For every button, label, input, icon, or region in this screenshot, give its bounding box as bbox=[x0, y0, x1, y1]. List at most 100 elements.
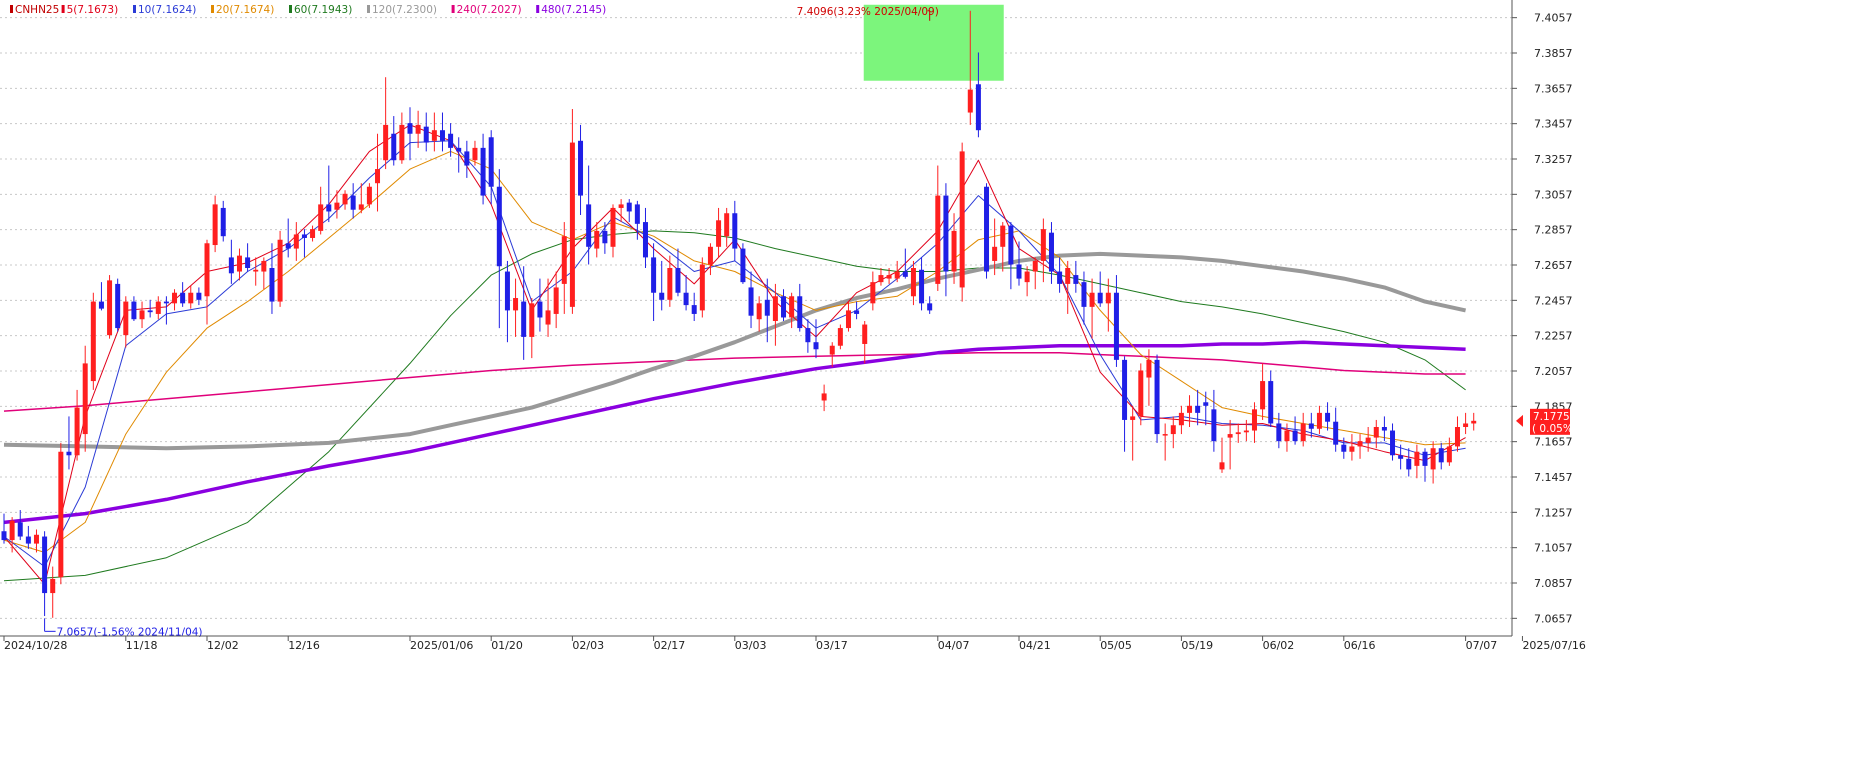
candle-body bbox=[1, 531, 7, 541]
candle-body bbox=[358, 204, 364, 210]
candle-body bbox=[245, 257, 251, 269]
y-tick-label: 7.3857 bbox=[1534, 47, 1573, 60]
candle-body bbox=[992, 246, 998, 261]
candle-body bbox=[1390, 430, 1396, 456]
candle-body bbox=[496, 186, 502, 267]
candle-body bbox=[1235, 432, 1241, 435]
candle-body bbox=[789, 296, 795, 318]
candle-body bbox=[1251, 409, 1257, 431]
candle-body bbox=[1268, 381, 1274, 424]
candle-body bbox=[1016, 264, 1022, 279]
candle-body bbox=[634, 204, 640, 224]
x-tick-label: 02/03 bbox=[572, 639, 604, 652]
candle-body bbox=[610, 207, 616, 247]
candle-body bbox=[66, 451, 72, 456]
candle-body bbox=[1138, 370, 1144, 417]
candle-body bbox=[1438, 448, 1444, 463]
x-tick-label: 03/03 bbox=[735, 639, 767, 652]
candle-body bbox=[131, 301, 137, 320]
legend-item-4: 60(7.1943) bbox=[294, 4, 352, 16]
candle-body bbox=[1105, 292, 1111, 304]
legend-swatch-6 bbox=[451, 5, 455, 13]
candle-body bbox=[431, 130, 437, 141]
candle-body bbox=[797, 296, 803, 329]
candle-body bbox=[1211, 409, 1217, 442]
candle-body bbox=[878, 275, 884, 283]
y-tick-label: 7.2857 bbox=[1534, 224, 1573, 237]
candle-body bbox=[594, 230, 600, 249]
candle-body bbox=[975, 84, 981, 131]
x-tick-label: 04/21 bbox=[1019, 639, 1051, 652]
legend-swatch-2 bbox=[133, 5, 136, 13]
candle-body bbox=[1089, 292, 1095, 307]
candle-body bbox=[1162, 434, 1168, 436]
x-tick-label: 12/16 bbox=[288, 639, 320, 652]
candle-body bbox=[1227, 434, 1233, 438]
candle-body bbox=[391, 133, 397, 161]
candle-body bbox=[1040, 229, 1046, 261]
candle-body bbox=[1325, 412, 1331, 422]
candle-body bbox=[17, 522, 23, 537]
candle-body bbox=[464, 151, 470, 166]
candle-body bbox=[984, 186, 990, 272]
y-tick-label: 7.3257 bbox=[1534, 153, 1573, 166]
candle-body bbox=[927, 303, 933, 311]
y-tick-label: 7.1257 bbox=[1534, 506, 1573, 519]
x-tick-label: 11/18 bbox=[126, 639, 158, 652]
candle-body bbox=[651, 257, 657, 293]
candle-body bbox=[1008, 225, 1014, 265]
candle-body bbox=[139, 310, 145, 320]
candle-body bbox=[602, 230, 608, 244]
candle-body bbox=[1219, 462, 1225, 470]
candle-body bbox=[667, 268, 673, 300]
candle-body bbox=[943, 195, 949, 272]
candle-body bbox=[415, 124, 421, 134]
x-tick-label: 01/20 bbox=[491, 639, 523, 652]
candle-body bbox=[886, 275, 892, 279]
y-tick-label: 7.3457 bbox=[1534, 118, 1573, 131]
candle-body bbox=[123, 301, 129, 336]
y-tick-label: 7.0857 bbox=[1534, 577, 1573, 590]
candle-body bbox=[845, 310, 851, 329]
candle-body bbox=[163, 301, 169, 304]
candle-body bbox=[902, 271, 908, 277]
candle-body bbox=[537, 301, 543, 318]
candle-body bbox=[699, 264, 705, 311]
candle-body bbox=[910, 268, 916, 297]
chart-background bbox=[0, 0, 1863, 774]
candle-body bbox=[326, 204, 332, 212]
candle-body bbox=[813, 342, 819, 350]
candle-body bbox=[504, 271, 510, 311]
candle-body bbox=[155, 301, 161, 314]
candle-body bbox=[837, 328, 843, 346]
candle-body bbox=[82, 363, 88, 435]
candle-body bbox=[107, 280, 113, 336]
price-tag-price: 7.1775 bbox=[1533, 411, 1570, 423]
candle-body bbox=[366, 186, 372, 205]
candle-body bbox=[115, 283, 121, 329]
candle-body bbox=[253, 269, 259, 272]
candle-body bbox=[521, 301, 527, 337]
candle-body bbox=[1276, 423, 1282, 442]
candle-body bbox=[310, 229, 316, 238]
y-tick-label: 7.1457 bbox=[1534, 471, 1573, 484]
candle-body bbox=[1284, 430, 1290, 442]
y-tick-label: 7.4057 bbox=[1534, 12, 1573, 25]
candle-body bbox=[675, 268, 681, 293]
candle-body bbox=[740, 248, 746, 283]
candle-body bbox=[1292, 430, 1298, 442]
y-tick-label: 7.2457 bbox=[1534, 294, 1573, 307]
candle-body bbox=[50, 578, 56, 594]
legend-item-5: 120(7.2300) bbox=[372, 4, 437, 16]
y-tick-label: 7.2657 bbox=[1534, 259, 1573, 272]
candle-body bbox=[1357, 441, 1363, 447]
legend-item-7: 480(7.2145) bbox=[541, 4, 606, 16]
x-tick-label: 04/07 bbox=[938, 639, 970, 652]
candle-body bbox=[1406, 458, 1412, 470]
legend-item-0: CNHN25 bbox=[15, 4, 59, 16]
candle-body bbox=[561, 236, 567, 284]
legend-item-6: 240(7.2027) bbox=[457, 4, 522, 16]
candle-body bbox=[732, 213, 738, 249]
candle-body bbox=[1146, 359, 1152, 378]
candle-body bbox=[1048, 232, 1054, 272]
